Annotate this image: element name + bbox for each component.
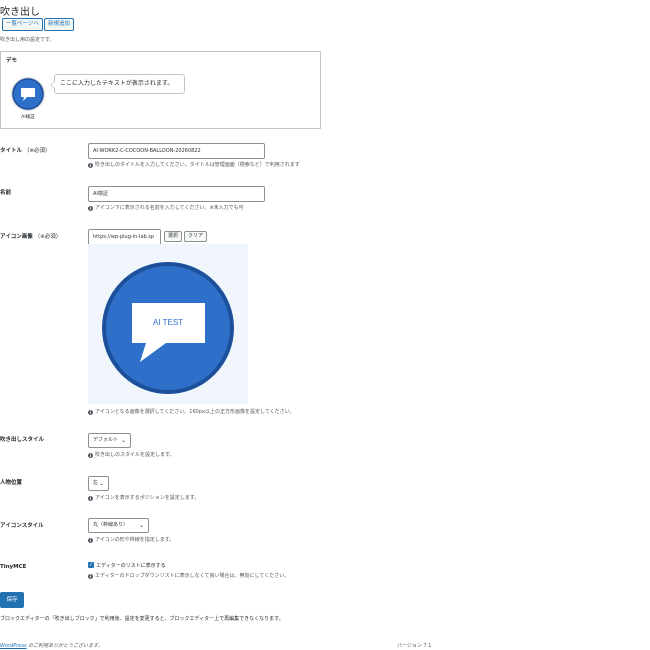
- footer-thanks: WordPress のご利用ありがとうございます。: [0, 643, 103, 649]
- balloon-style-hint: i 吹き出しのスタイルを設定します。: [88, 452, 175, 458]
- tinymce-label: TinyMCE: [0, 564, 27, 570]
- tinymce-checkbox[interactable]: ✓: [88, 562, 94, 568]
- icon-url-input[interactable]: https://wp-plug-in-lab.sp: [88, 229, 161, 245]
- footer-version: バージョン 7.1: [397, 643, 432, 649]
- balloon-avatar-icon: [12, 78, 44, 110]
- title-hint: i 吹き出しのタイトルを入力してください。タイトルは管理画面（検索など）で利用され…: [88, 162, 300, 168]
- save-button[interactable]: 保存: [0, 592, 24, 608]
- chevron-down-icon: ⌄: [98, 480, 104, 487]
- page-description: 吹き出し用の設定です。: [0, 37, 55, 43]
- icon-style-hint: i アイコンの形や枠線を指定します。: [88, 537, 175, 543]
- name-label: 名前: [0, 190, 12, 196]
- info-icon: i: [88, 162, 93, 168]
- chevron-down-icon: ⌄: [120, 437, 126, 444]
- required-mark: （※必須）: [23, 148, 51, 154]
- info-icon: i: [88, 495, 93, 501]
- title-input[interactable]: AI-WORK2-C-COCOON-BALLOON-20260822: [88, 143, 265, 159]
- page-title: 吹き出し: [0, 7, 40, 18]
- icon-style-select[interactable]: 丸（枠線あり） ⌄: [88, 518, 149, 533]
- name-hint: i アイコン下に表示される名前を入力してください。※未入力でも可: [88, 205, 244, 211]
- icon-style-label: アイコンスタイル: [0, 523, 44, 529]
- wordpress-link[interactable]: WordPress: [0, 643, 27, 649]
- clear-image-button[interactable]: クリア: [184, 231, 208, 242]
- required-mark: （※必須）: [34, 234, 62, 240]
- info-icon: i: [88, 573, 93, 579]
- select-image-button[interactable]: 選択: [164, 231, 183, 242]
- add-new-button[interactable]: 新規追加: [44, 18, 75, 31]
- position-label: 人物位置: [0, 480, 23, 486]
- demo-speech-bubble: ここに入力したテキストが表示されます。: [50, 74, 185, 94]
- balloon-style-select[interactable]: デフォルト ⌄: [88, 433, 131, 448]
- demo-name: AI検証: [21, 115, 35, 120]
- tinymce-checkbox-label[interactable]: エディターのリストに表示する: [96, 562, 166, 569]
- name-input[interactable]: AI検証: [88, 186, 265, 202]
- position-hint: i アイコンを表示するポジションを設定します。: [88, 495, 200, 501]
- image-text: AI TEST: [153, 318, 183, 327]
- icon-image-hint: i アイコンとなる画像を選択してください。160px以上の正方形画像を設定してくだ…: [88, 409, 295, 415]
- block-editor-note: ブロックエディターの「吹き出しブロック」で利用後、設定を変更すると、ブロックエデ…: [0, 616, 284, 622]
- demo-label: デモ: [6, 58, 18, 64]
- info-icon: i: [88, 205, 93, 211]
- demo-avatar: [11, 77, 45, 111]
- position-select[interactable]: 左 ⌄: [88, 476, 109, 491]
- balloon-style-label: 吹き出しスタイル: [0, 437, 45, 443]
- ai-test-balloon-image: AI TEST: [102, 262, 234, 394]
- list-page-button[interactable]: 一覧ページへ: [2, 18, 43, 31]
- chevron-down-icon: ⌄: [138, 522, 144, 529]
- icon-image-preview: AI TEST: [88, 244, 248, 404]
- tinymce-hint: i エディターのドロップダウンリストに表示しなくて良い場合は、無効にしてください。: [88, 573, 290, 579]
- demo-box: デモ AI検証 ここに入力したテキストが表示されます。: [0, 51, 321, 129]
- icon-image-label: アイコン画像 （※必須）: [0, 234, 62, 240]
- info-icon: i: [88, 537, 93, 543]
- title-label: タイトル （※必須）: [0, 148, 51, 154]
- info-icon: i: [88, 409, 93, 415]
- info-icon: i: [88, 452, 93, 458]
